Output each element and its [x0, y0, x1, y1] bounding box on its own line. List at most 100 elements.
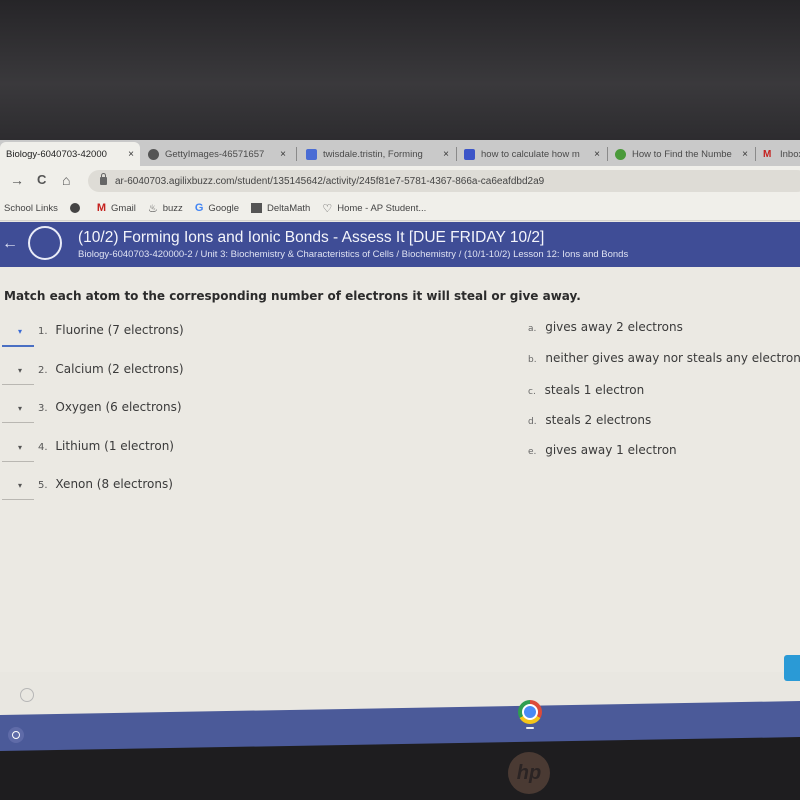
- next-button[interactable]: [784, 655, 800, 681]
- tab-gettyimages[interactable]: GettyImages-46571657 ×: [142, 142, 292, 166]
- monitor-bezel: [0, 0, 800, 140]
- bookmark-label: Gmail: [111, 202, 136, 214]
- option-c: c. steals 1 electron: [528, 383, 644, 397]
- tab-separator: [607, 147, 608, 161]
- chevron-down-icon: ▾: [18, 327, 23, 336]
- bookmark-ap-student[interactable]: ♡ Home - AP Student...: [322, 202, 426, 215]
- deltamath-icon: [251, 203, 263, 213]
- gmail-icon: M: [96, 202, 107, 214]
- tab-separator: [755, 147, 756, 161]
- answer-select-2[interactable]: ▾: [2, 364, 34, 385]
- option-text: steals 2 electrons: [545, 413, 652, 427]
- tab-docs[interactable]: twisdale.tristin, Forming ×: [300, 142, 455, 166]
- chrome-icon[interactable]: [518, 700, 542, 724]
- option-a: a. gives away 2 electrons: [528, 320, 683, 334]
- address-bar[interactable]: ar-6040703.agilixbuzz.com/student/135145…: [88, 170, 800, 192]
- bookmark-deltamath[interactable]: DeltaMath: [251, 203, 310, 214]
- chevron-down-icon: ▾: [18, 404, 23, 413]
- green-circle-icon: [615, 148, 626, 160]
- question-instruction: Match each atom to the corresponding num…: [4, 289, 581, 303]
- question-area: Match each atom to the corresponding num…: [0, 267, 800, 672]
- bookmark-google[interactable]: G Google: [195, 202, 239, 214]
- activity-header: ← (10/2) Forming Ions and Ionic Bonds - …: [0, 222, 800, 267]
- item-number: 4.: [38, 442, 48, 453]
- tab-inbox[interactable]: M Inbox: [757, 142, 800, 166]
- answer-select-1[interactable]: ▾: [2, 325, 34, 347]
- chevron-down-icon: ▾: [18, 366, 23, 375]
- launcher-button[interactable]: [8, 727, 24, 743]
- item-number: 5.: [38, 480, 48, 491]
- close-icon[interactable]: ×: [280, 149, 286, 160]
- close-icon[interactable]: ×: [128, 149, 134, 160]
- answer-select-5[interactable]: ▾: [2, 479, 34, 500]
- close-icon[interactable]: ×: [594, 149, 600, 160]
- docs-icon: [306, 148, 317, 160]
- tab-label: How to Find the Numbe: [632, 148, 732, 160]
- globe-icon: [148, 148, 159, 160]
- option-letter: c.: [528, 387, 536, 397]
- bookmark-label: buzz: [162, 202, 183, 214]
- item-number: 1.: [38, 326, 48, 337]
- ap-icon: ♡: [322, 202, 333, 215]
- option-b: b. neither gives away nor steals any ele…: [528, 351, 800, 365]
- item-text: Lithium (1 electron): [55, 439, 174, 453]
- item-text: Fluorine (7 electrons): [55, 323, 184, 337]
- google-icon: G: [194, 202, 204, 214]
- tab-find-number[interactable]: How to Find the Numbe ×: [609, 142, 754, 166]
- tab-separator: [296, 147, 297, 161]
- tab-strip: Biology-6040703-42000 × GettyImages-4657…: [0, 140, 800, 166]
- bookmark-label: Google: [208, 202, 240, 214]
- tab-label: how to calculate how m: [481, 148, 580, 160]
- buzz-icon: ♨: [147, 202, 158, 215]
- home-button[interactable]: ⌂: [62, 172, 70, 188]
- tab-label: Biology-6040703-42000: [6, 148, 107, 160]
- bookmark-school-links[interactable]: School Links: [4, 203, 58, 214]
- match-item-3: ▾ 3. Oxygen (6 electrons): [0, 400, 300, 428]
- clock-icon: [20, 688, 34, 702]
- option-letter: d.: [528, 417, 537, 427]
- match-item-5: ▾ 5. Xenon (8 electrons): [0, 477, 300, 505]
- globe-icon: [69, 203, 80, 213]
- match-item-2: ▾ 2. Calcium (2 electrons): [0, 362, 300, 390]
- breadcrumb: Biology-6040703-420000-2 / Unit 3: Bioch…: [78, 249, 629, 260]
- bookmark-globe[interactable]: [69, 203, 85, 213]
- lock-icon: [100, 173, 107, 185]
- option-d: d. steals 2 electrons: [528, 413, 651, 427]
- chevron-down-icon: ▾: [18, 481, 23, 490]
- option-e: e. gives away 1 electron: [528, 443, 677, 457]
- item-text: Xenon (8 electrons): [55, 477, 173, 491]
- tab-brainly[interactable]: how to calculate how m ×: [458, 142, 606, 166]
- option-letter: a.: [528, 324, 537, 334]
- answer-select-4[interactable]: ▾: [2, 441, 34, 462]
- tab-biology[interactable]: Biology-6040703-42000 ×: [0, 142, 140, 166]
- item-text: Calcium (2 electrons): [55, 362, 184, 376]
- tab-separator: [456, 147, 457, 161]
- item-number: 3.: [38, 403, 48, 414]
- forward-button[interactable]: →: [10, 172, 24, 188]
- bookmark-label: School Links: [4, 202, 58, 214]
- item-number: 2.: [38, 365, 48, 376]
- answer-select-3[interactable]: ▾: [2, 402, 34, 423]
- bookmark-label: Home - AP Student...: [337, 202, 427, 214]
- bookmark-label: DeltaMath: [267, 202, 311, 214]
- option-letter: b.: [528, 355, 537, 365]
- page-title: (10/2) Forming Ions and Ionic Bonds - As…: [78, 229, 545, 246]
- option-text: gives away 1 electron: [545, 443, 677, 457]
- tab-label: GettyImages-46571657: [165, 148, 265, 160]
- bookmark-gmail[interactable]: M Gmail: [97, 202, 136, 214]
- match-item-1: ▾ 1. Fluorine (7 electrons): [0, 323, 300, 351]
- browser-window: Biology-6040703-42000 × GettyImages-4657…: [0, 140, 800, 715]
- close-icon[interactable]: ×: [742, 149, 748, 160]
- tab-label: twisdale.tristin, Forming: [323, 148, 423, 160]
- chevron-down-icon: ▾: [18, 443, 23, 452]
- close-icon[interactable]: ×: [443, 149, 449, 160]
- back-arrow-icon[interactable]: ←: [2, 235, 18, 253]
- option-text: neither gives away nor steals any electr…: [545, 351, 800, 365]
- option-letter: e.: [528, 447, 537, 457]
- match-item-4: ▾ 4. Lithium (1 electron): [0, 439, 300, 467]
- item-text: Oxygen (6 electrons): [55, 400, 182, 414]
- url-text: ar-6040703.agilixbuzz.com/student/135145…: [115, 175, 545, 187]
- bookmark-buzz[interactable]: ♨ buzz: [148, 202, 183, 215]
- gmail-icon: M: [763, 148, 772, 160]
- reload-button[interactable]: C: [37, 172, 46, 187]
